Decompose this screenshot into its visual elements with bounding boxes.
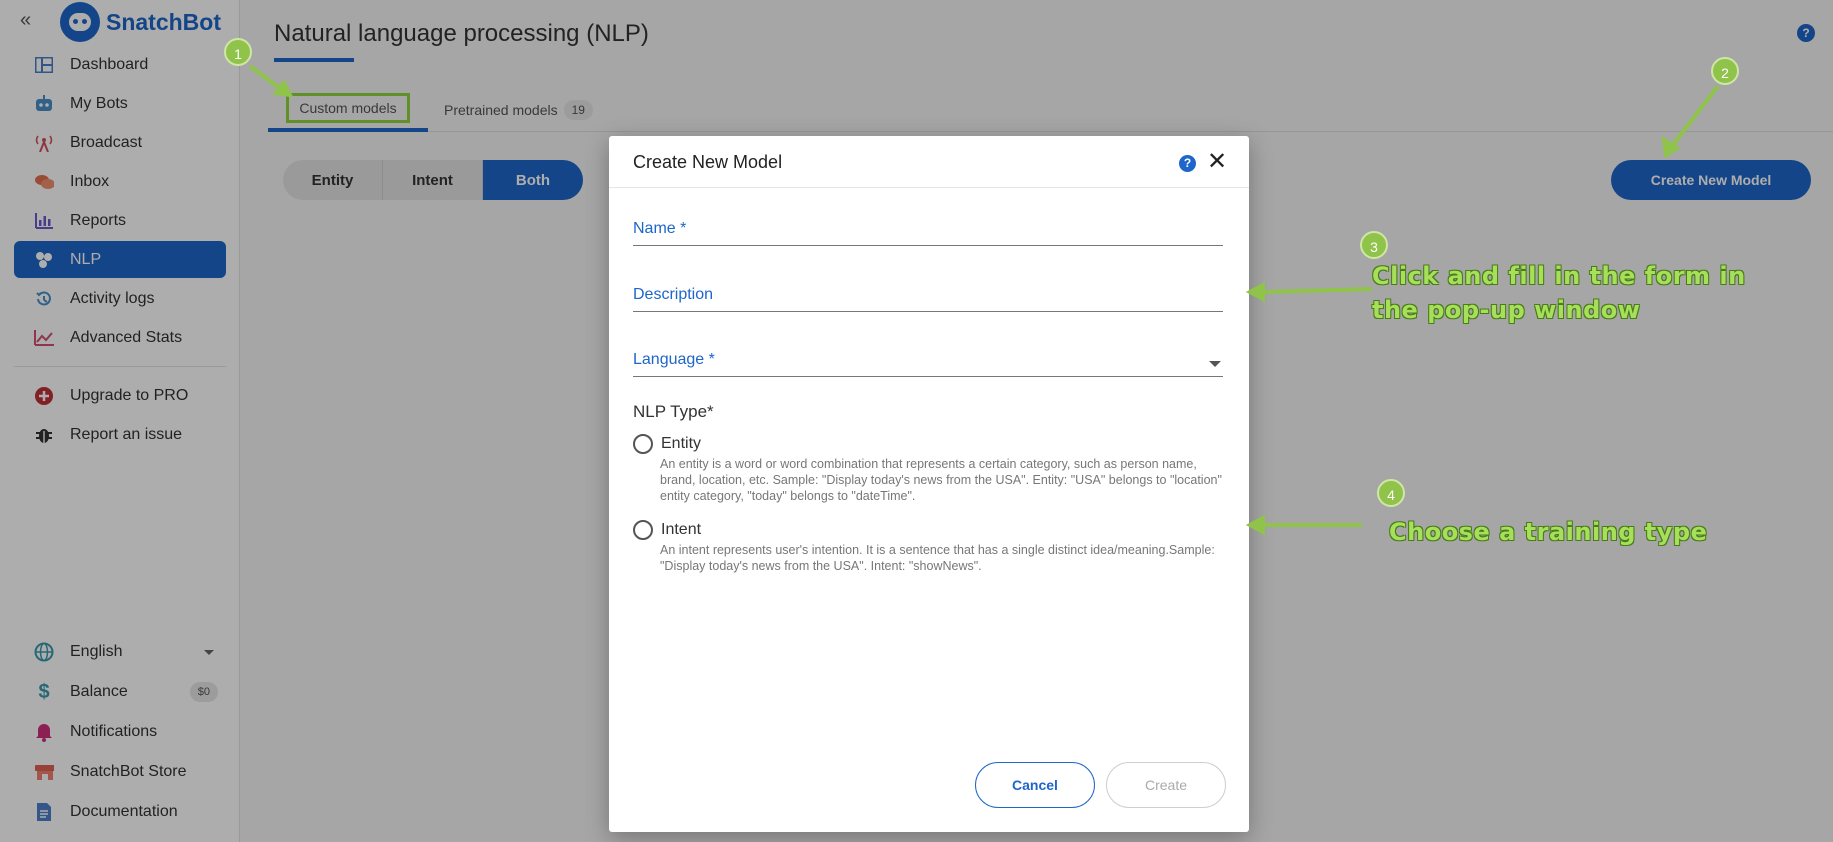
annotation-line: the pop-up window <box>1372 296 1641 324</box>
chevron-down-icon <box>1209 361 1221 367</box>
language-select[interactable]: Language * <box>633 345 1223 377</box>
radio-label: Entity <box>661 435 702 452</box>
cancel-button[interactable]: Cancel <box>975 762 1095 808</box>
description-field[interactable]: Description <box>633 280 1223 312</box>
name-label: Name * <box>633 220 687 237</box>
description-label: Description <box>633 286 714 303</box>
radio-circle[interactable] <box>633 520 653 540</box>
nlp-type-heading: NLP Type* <box>633 402 714 421</box>
radio-circle[interactable] <box>633 434 653 454</box>
close-icon[interactable]: ✕ <box>1207 148 1227 176</box>
step-badge-4: 4 <box>1377 479 1405 507</box>
radio-entity[interactable]: Entity <box>633 434 701 454</box>
intent-description: An intent represents user's intention. I… <box>660 543 1215 573</box>
create-model-dialog: Create New Model ? ✕ Name * Description … <box>609 136 1249 832</box>
annotation-line: Click and fill in the form in <box>1372 262 1746 290</box>
name-field[interactable]: Name * <box>633 214 1223 246</box>
step-badge-3: 3 <box>1360 231 1388 259</box>
annotation-text-3: Click and fill in the form in the pop-up… <box>1372 259 1746 327</box>
language-label: Language * <box>633 351 715 368</box>
entity-description: An entity is a word or word combination … <box>660 457 1222 503</box>
radio-label: Intent <box>661 521 702 538</box>
dialog-title: Create New Model <box>633 152 783 172</box>
create-button[interactable]: Create <box>1106 762 1226 808</box>
dialog-header: Create New Model ? ✕ <box>609 136 1249 188</box>
step-badge-1: 1 <box>224 38 252 66</box>
help-icon[interactable]: ? <box>1179 155 1196 172</box>
radio-intent[interactable]: Intent <box>633 520 701 540</box>
step-badge-2: 2 <box>1711 57 1739 85</box>
annotation-text-4: Choose a training type <box>1389 518 1708 546</box>
